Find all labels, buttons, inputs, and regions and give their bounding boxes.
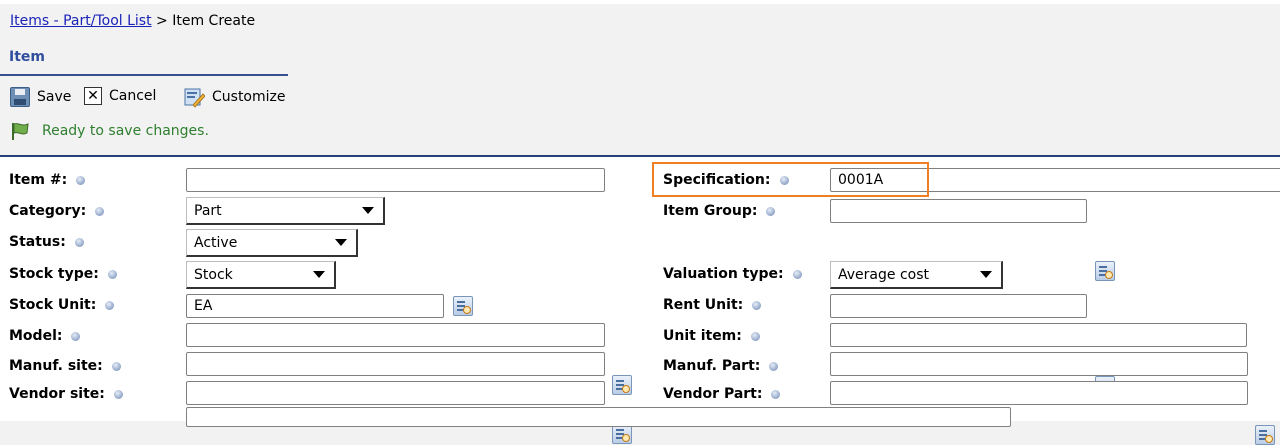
lookup-icon[interactable] [1255,425,1275,445]
help-icon[interactable] [107,269,117,279]
vendor-part-label: Vendor Part: [663,386,781,402]
flag-icon [12,123,29,140]
section-divider [0,74,288,76]
stock-type-select[interactable]: Stock [186,261,336,289]
manuf-site-input[interactable] [186,352,605,376]
item-number-input[interactable] [186,168,605,192]
customize-button-label: Customize [212,89,286,105]
chevron-down-icon [980,271,992,278]
close-icon: ✕ [84,87,102,105]
help-icon[interactable] [95,206,105,216]
model-label: Model: [9,328,81,344]
status-select[interactable]: Active [186,229,358,257]
lookup-icon[interactable] [612,375,632,395]
additional-field-input[interactable] [186,407,1011,427]
breadcrumb-current: Item Create [172,13,256,29]
save-button[interactable]: Save [10,87,71,107]
lookup-icon[interactable] [1095,261,1115,281]
help-icon[interactable] [752,300,762,310]
breadcrumb-separator: > [151,13,173,29]
lookup-icon[interactable] [453,296,473,316]
item-group-input[interactable] [830,199,1087,223]
vendor-part-input[interactable] [830,381,1248,405]
cancel-button[interactable]: ✕ Cancel [84,87,156,105]
manuf-site-label: Manuf. site: [9,358,121,374]
help-icon[interactable] [71,331,81,341]
category-select[interactable]: Part [186,197,385,225]
stock-type-label: Stock type: [9,266,117,282]
item-number-label: Item #: [9,172,86,188]
top-strip [0,0,1280,4]
rent-unit-input[interactable] [830,294,1087,318]
customize-icon [184,88,205,108]
valuation-type-select[interactable]: Average cost [830,261,1003,289]
model-input[interactable] [186,323,605,347]
item-group-label: Item Group: [663,203,776,219]
vendor-site-input[interactable] [186,381,605,405]
help-icon[interactable] [771,389,781,399]
valuation-type-label: Valuation type: [663,266,802,282]
customize-button[interactable]: Customize [183,86,286,108]
vendor-site-label: Vendor site: [9,386,123,402]
help-icon[interactable] [750,331,760,341]
specification-highlight [652,162,929,197]
unit-item-input[interactable] [830,323,1247,347]
breadcrumb-link-item-list[interactable]: Items - Part/Tool List [10,13,152,29]
lookup-icon[interactable] [612,424,632,444]
unit-item-label: Unit item: [663,328,760,344]
help-icon[interactable] [111,361,121,371]
rent-unit-label: Rent Unit: [663,297,762,313]
breadcrumb: Items - Part/Tool List > Item Create [10,13,255,29]
cancel-button-label: Cancel [109,88,157,104]
chevron-down-icon [335,239,347,246]
chevron-down-icon [362,207,374,214]
manuf-part-input[interactable] [830,352,1248,376]
stock-unit-label: Stock Unit: [9,297,115,313]
help-icon[interactable] [792,269,802,279]
help-icon[interactable] [74,237,84,247]
section-title: Item [9,49,45,65]
stock-unit-input[interactable]: EA [186,294,444,318]
help-icon[interactable] [766,206,776,216]
status-message: Ready to save changes. [42,123,209,139]
save-button-label: Save [37,89,72,105]
category-label: Category: [9,203,105,219]
manuf-part-label: Manuf. Part: [663,358,779,374]
help-icon[interactable] [76,175,86,185]
save-icon [10,87,30,107]
help-icon[interactable] [105,300,115,310]
help-icon[interactable] [769,361,779,371]
chevron-down-icon [313,271,325,278]
help-icon[interactable] [113,389,123,399]
status-label: Status: [9,234,84,250]
